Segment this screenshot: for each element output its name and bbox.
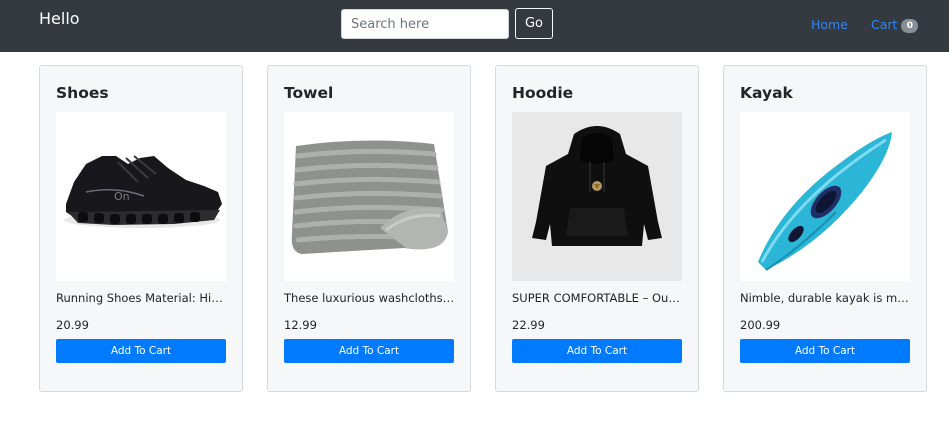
add-to-cart-button[interactable]: Add To Cart bbox=[284, 339, 454, 363]
product-card-kayak: Kayak Nimble, durable kayak is made for … bbox=[723, 65, 927, 392]
kayak-image bbox=[740, 112, 910, 281]
product-title: Kayak bbox=[740, 84, 793, 102]
search-input[interactable] bbox=[341, 9, 509, 39]
navbar: Hello Go Home Cart0 bbox=[0, 0, 949, 52]
nav-home-link[interactable]: Home bbox=[811, 17, 848, 32]
product-card-hoodie: Hoodie SUPER COMFORTABLE – Our hoodie is… bbox=[495, 65, 699, 392]
add-to-cart-button[interactable]: Add To Cart bbox=[56, 339, 226, 363]
product-price: 22.99 bbox=[512, 318, 545, 332]
product-title: Towel bbox=[284, 84, 334, 102]
product-title: Hoodie bbox=[512, 84, 574, 102]
product-price: 12.99 bbox=[284, 318, 317, 332]
hoodie-image bbox=[512, 112, 682, 281]
add-to-cart-button[interactable]: Add To Cart bbox=[740, 339, 910, 363]
go-button[interactable]: Go bbox=[515, 8, 553, 39]
nav-cart-link[interactable]: Cart 0 bbox=[871, 17, 919, 33]
product-card-towel: Towel These luxurious washcloths are sof… bbox=[267, 65, 471, 392]
cart-label: Cart bbox=[871, 17, 898, 32]
product-description: These luxurious washcloths are soft and … bbox=[284, 291, 455, 305]
product-price: 20.99 bbox=[56, 318, 89, 332]
product-card-shoes: Shoes On Running Shoes Material: High-qu… bbox=[39, 65, 243, 392]
cart-count-badge: 0 bbox=[901, 19, 919, 33]
svg-text:On: On bbox=[114, 190, 130, 203]
towel-image bbox=[284, 112, 454, 281]
product-description: SUPER COMFORTABLE – Our hoodie is made o… bbox=[512, 291, 683, 305]
brand-title[interactable]: Hello bbox=[39, 9, 80, 28]
product-description: Nimble, durable kayak is made for paddli… bbox=[740, 291, 911, 305]
add-to-cart-button[interactable]: Add To Cart bbox=[512, 339, 682, 363]
product-description: Running Shoes Material: High-quality mat… bbox=[56, 291, 227, 305]
shoe-image: On bbox=[56, 112, 226, 281]
product-title: Shoes bbox=[56, 84, 109, 102]
product-price: 200.99 bbox=[740, 318, 781, 332]
